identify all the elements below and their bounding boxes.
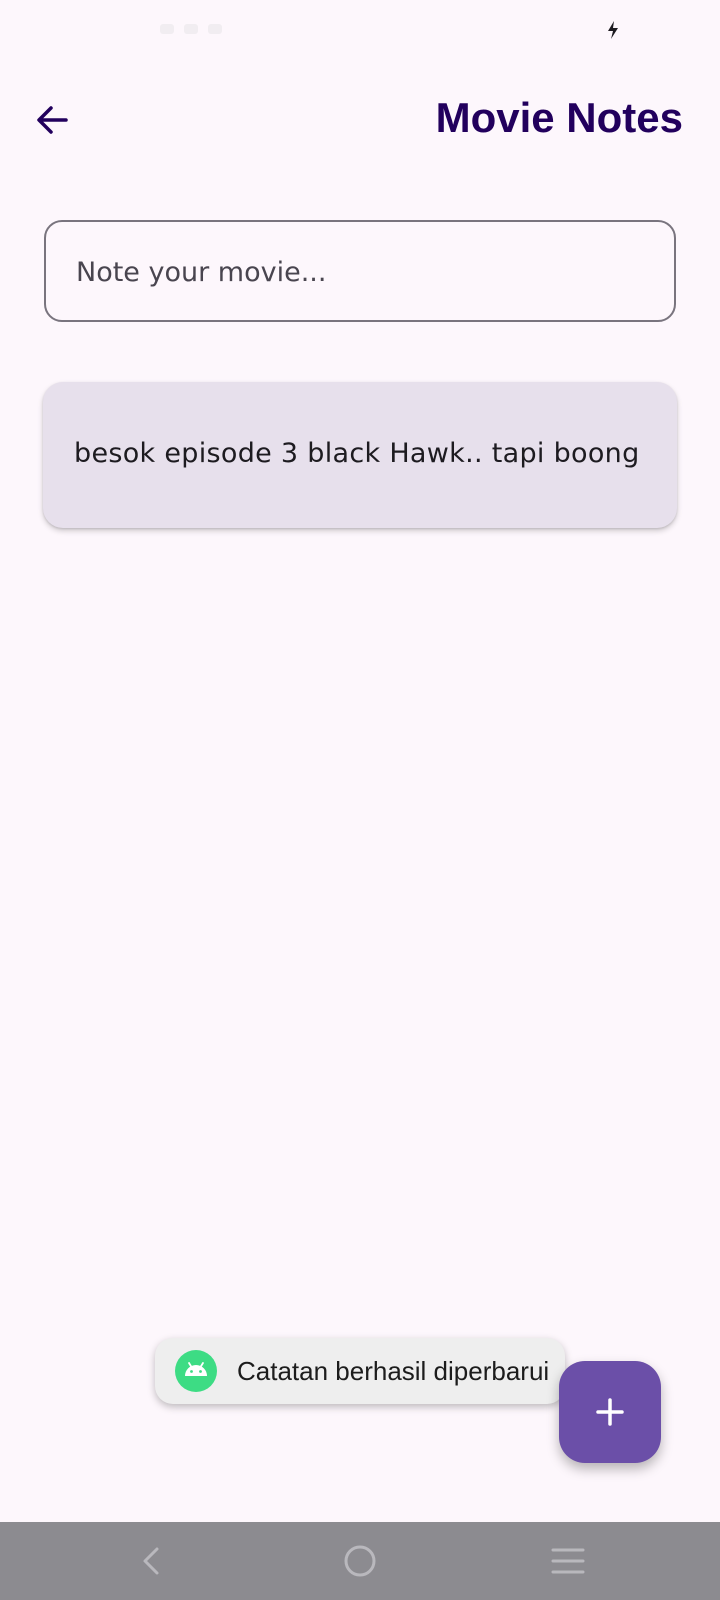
app-screen: Movie Notes besok episode 3 black Hawk..…: [0, 0, 720, 1600]
top-app-bar: Movie Notes: [0, 80, 720, 160]
nav-home-button[interactable]: [335, 1536, 385, 1586]
status-icon: [184, 24, 198, 34]
note-text: besok episode 3 black Hawk.. tapi boong: [74, 438, 640, 469]
status-notification-icons: [160, 24, 222, 34]
note-input[interactable]: [74, 222, 648, 322]
nav-menu-button[interactable]: [543, 1536, 593, 1586]
back-button[interactable]: [28, 96, 76, 144]
toast-text: Catatan berhasil diperbarui: [237, 1356, 550, 1386]
note-card[interactable]: besok episode 3 black Hawk.. tapi boong: [43, 382, 677, 528]
status-icon: [208, 24, 222, 34]
android-icon: [175, 1350, 217, 1392]
page-title: Movie Notes: [435, 94, 683, 141]
nav-home-icon: [344, 1545, 376, 1577]
plus-icon: [596, 1398, 624, 1426]
status-bar: [0, 0, 720, 60]
nav-back-icon: [143, 1547, 159, 1575]
nav-back-button[interactable]: [127, 1536, 177, 1586]
status-icon: [160, 24, 174, 34]
nav-menu-icon: [551, 1548, 585, 1574]
add-note-button[interactable]: [559, 1361, 661, 1463]
toast-message: Catatan berhasil diperbarui: [155, 1338, 565, 1404]
note-input-field[interactable]: [44, 220, 676, 322]
system-navigation-bar: [0, 1522, 720, 1600]
charging-icon: [608, 21, 618, 39]
arrow-back-icon: [37, 106, 68, 134]
